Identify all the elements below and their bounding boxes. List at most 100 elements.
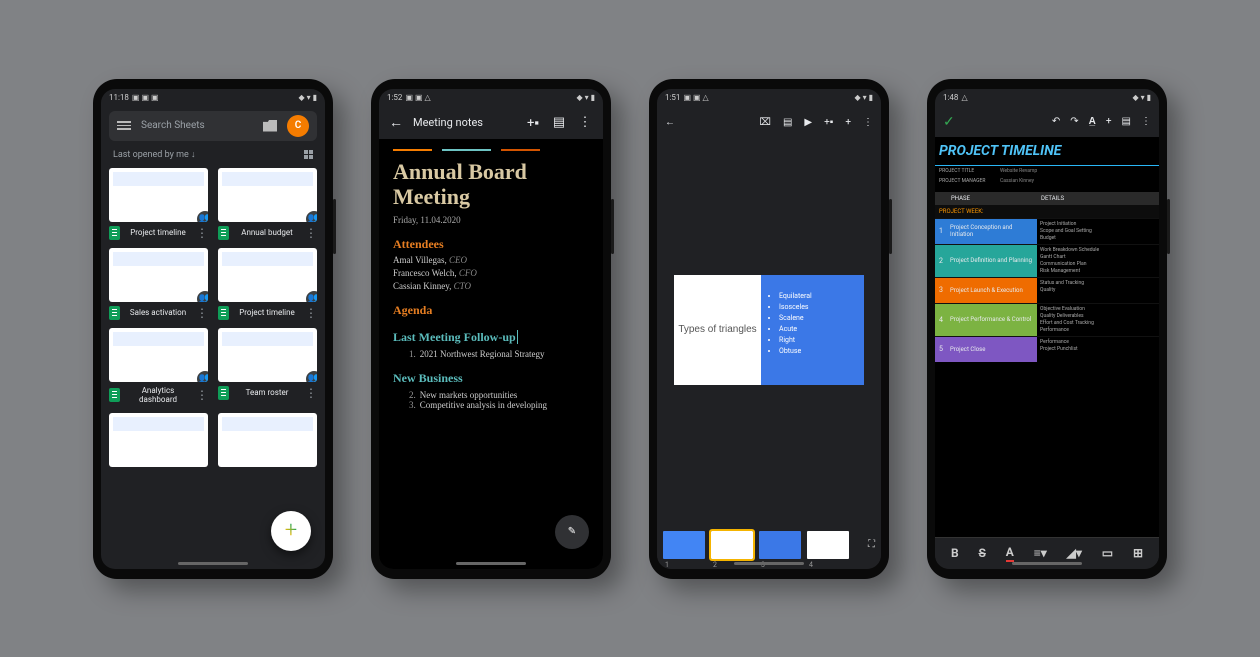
lastmeeting-heading: Last Meeting Follow-up <box>393 330 589 345</box>
file-tile[interactable]: 👥Sales activation⋮ <box>109 248 208 320</box>
share-icon[interactable]: +▪ <box>525 115 541 131</box>
font-icon[interactable]: A̲ <box>1089 116 1096 127</box>
agenda-heading: Agenda <box>393 303 589 318</box>
sheets-icon <box>218 226 229 240</box>
expand-icon[interactable]: ⛶ <box>868 539 875 550</box>
sheets-icon <box>109 306 120 320</box>
add-icon[interactable]: + <box>845 117 851 128</box>
more-icon[interactable]: ⋮ <box>1141 116 1151 127</box>
file-more-icon[interactable]: ⋮ <box>196 392 208 398</box>
file-name: Annual budget <box>233 228 301 238</box>
phase-row[interactable]: 3Project Launch & ExecutionStatus and Tr… <box>935 277 1159 303</box>
col-phase: PHASE <box>947 192 1037 205</box>
current-slide: Types of triangles EquilateralIsoscelesS… <box>674 275 864 385</box>
shared-badge-icon: 👥 <box>197 291 208 302</box>
nav-indicator <box>734 562 804 565</box>
file-name: Project timeline <box>124 228 192 238</box>
file-more-icon[interactable]: ⋮ <box>305 390 317 396</box>
file-name: Analytics dashboard <box>124 386 192 405</box>
search-bar[interactable]: Search Sheets C <box>109 111 317 141</box>
edit-fab[interactable]: ✎ <box>555 515 589 549</box>
filmstrip-slide[interactable]: 3 <box>759 531 801 559</box>
file-tile[interactable]: 👥 Annual budget ⋮ <box>218 168 317 240</box>
add-icon[interactable]: + <box>1106 116 1112 127</box>
attendee: Francesco Welch, CFO <box>393 268 589 278</box>
sheet-toolbar: ✓ ↶ ↷ A̲ + ▤ ⋮ <box>935 107 1159 137</box>
file-tile[interactable]: 👥Team roster⋮ <box>218 328 317 405</box>
phone-docs: 1:52 ▣ ▣ △ ◆ ▾ ▮ ← Meeting notes +▪ ▤ ⋮ … <box>371 79 611 579</box>
textcolor-button[interactable]: A <box>1006 545 1014 562</box>
borders-button[interactable]: ⊞ <box>1133 546 1143 560</box>
newbiz-heading: New Business <box>393 371 589 386</box>
sheet-body[interactable]: PROJECT TIMELINE PROJECT TITLEWebsite Re… <box>935 137 1159 537</box>
bullet: Obtuse <box>779 347 856 355</box>
filmstrip-slide[interactable]: 1 <box>663 531 705 559</box>
file-more-icon[interactable]: ⋮ <box>305 230 317 236</box>
file-more-icon[interactable]: ⋮ <box>196 310 208 316</box>
phase-row[interactable]: 5Project ClosePerformanceProject Punchli… <box>935 336 1159 362</box>
meta-row: PROJECT MANAGERCassian Kinney <box>935 176 1159 186</box>
status-bar: 1:48 △ ◆ ▾ ▮ <box>935 89 1159 107</box>
bullet: Scalene <box>779 314 856 322</box>
phase-row[interactable]: 2Project Definition and PlanningWork Bre… <box>935 244 1159 277</box>
view-toggle-icon[interactable] <box>304 150 313 159</box>
back-icon[interactable]: ← <box>665 117 675 128</box>
present-icon[interactable]: ▶ <box>804 117 812 128</box>
sort-row[interactable]: Last opened by me ↓ <box>101 145 325 164</box>
bold-button[interactable]: B <box>951 546 959 560</box>
fillcolor-button[interactable]: ◢▾ <box>1067 546 1082 560</box>
more-icon[interactable]: ⋮ <box>577 115 593 130</box>
cast-icon[interactable]: ⌧ <box>759 117 771 128</box>
comment-icon[interactable]: ▤ <box>1122 116 1131 127</box>
share-icon[interactable]: +▪ <box>824 117 833 128</box>
doc-heading: Annual Board Meeting <box>393 159 589 210</box>
comment-icon[interactable]: ▤ <box>783 117 792 128</box>
status-time: 1:51 <box>665 93 680 102</box>
align-button[interactable]: ≡▾ <box>1034 546 1047 560</box>
done-icon[interactable]: ✓ <box>943 114 955 130</box>
list-item: 3.Competitive analysis in developing <box>409 400 589 410</box>
file-name: Team roster <box>233 388 301 398</box>
file-tile[interactable]: 👥Project timeline⋮ <box>109 168 208 240</box>
avatar[interactable]: C <box>287 115 309 137</box>
slide-canvas[interactable]: Types of triangles EquilateralIsoscelesS… <box>657 139 881 521</box>
attendees-heading: Attendees <box>393 237 589 252</box>
meta-row: PROJECT TITLEWebsite Revamp <box>935 166 1159 176</box>
filmstrip-slide[interactable]: 4 <box>807 531 849 559</box>
comment-icon[interactable]: ▤ <box>551 115 567 130</box>
status-time: 1:52 <box>387 93 402 102</box>
redo-icon[interactable]: ↷ <box>1070 116 1078 127</box>
folder-icon[interactable] <box>263 120 277 132</box>
back-icon[interactable]: ← <box>389 114 403 131</box>
menu-icon[interactable] <box>117 121 131 130</box>
nav-indicator <box>178 562 248 565</box>
strike-button[interactable]: S <box>978 546 985 560</box>
shared-badge-icon: 👥 <box>306 211 317 222</box>
status-bar: 11:18 ▣ ▣ ▣ ◆ ▾ ▮ <box>101 89 325 107</box>
file-tile[interactable]: 👥Project timeline⋮ <box>218 248 317 320</box>
attendee: Cassian Kinney, CTO <box>393 281 589 291</box>
filmstrip-slide[interactable]: 2 <box>711 531 753 559</box>
new-file-fab[interactable]: + <box>271 511 311 551</box>
sheets-icon <box>218 306 229 320</box>
sheets-icon <box>109 388 120 402</box>
file-tile[interactable]: 👥Analytics dashboard⋮ <box>109 328 208 405</box>
doc-body[interactable]: Annual Board Meeting Friday, 11.04.2020 … <box>379 139 603 569</box>
doc-title: Meeting notes <box>413 116 515 129</box>
search-placeholder: Search Sheets <box>141 120 253 131</box>
more-icon[interactable]: ⋮ <box>863 117 873 128</box>
attendee: Amal Villegas, CEO <box>393 255 589 265</box>
shared-badge-icon: 👥 <box>306 291 317 302</box>
phase-row[interactable]: 4Project Performance & ControlObjective … <box>935 303 1159 336</box>
phone-slides: 1:51 ▣ ▣ △ ◆ ▾ ▮ ← ⌧ ▤ ▶ +▪ + ⋮ Types of… <box>649 79 889 579</box>
sheets-icon <box>109 226 120 240</box>
undo-icon[interactable]: ↶ <box>1052 116 1060 127</box>
phone-sheets-editor: 1:48 △ ◆ ▾ ▮ ✓ ↶ ↷ A̲ + ▤ ⋮ PROJECT TIME… <box>927 79 1167 579</box>
phone-sheets-list: 11:18 ▣ ▣ ▣ ◆ ▾ ▮ Search Sheets C Last o… <box>93 79 333 579</box>
status-time: 1:48 <box>943 93 958 102</box>
file-more-icon[interactable]: ⋮ <box>196 230 208 236</box>
file-more-icon[interactable]: ⋮ <box>305 310 317 316</box>
phase-row[interactable]: 1Project Conception and InitiationProjec… <box>935 218 1159 244</box>
merge-button[interactable]: ▭ <box>1102 546 1113 560</box>
bullet: Equilateral <box>779 292 856 300</box>
